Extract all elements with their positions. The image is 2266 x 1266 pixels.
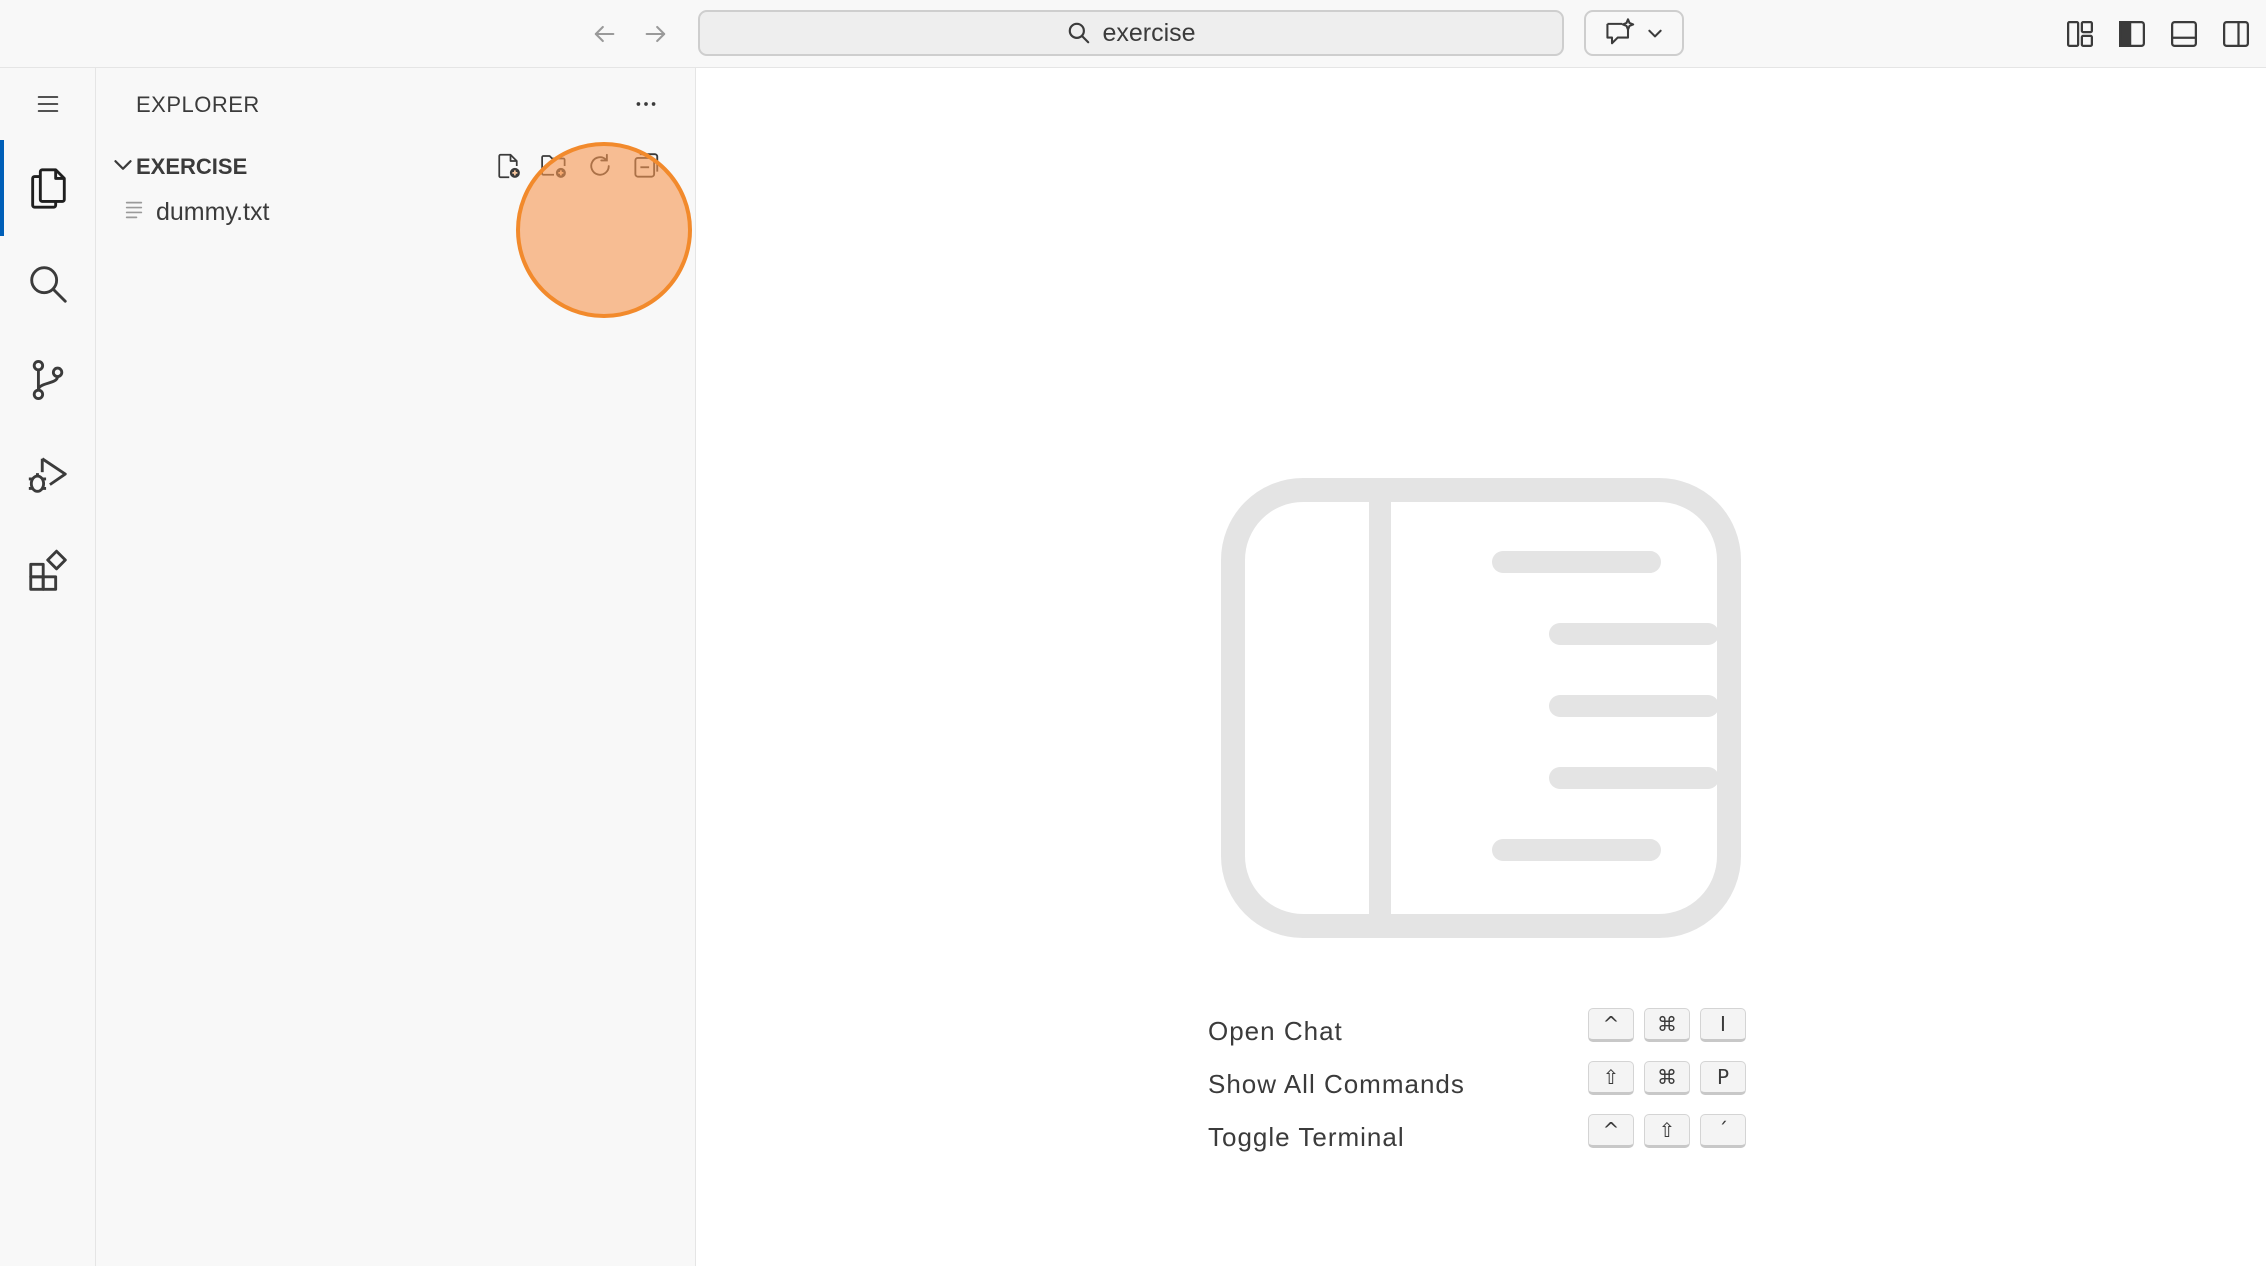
command-center-label: exercise bbox=[1102, 18, 1196, 47]
shortcut-label: Open Chat bbox=[1208, 1016, 1343, 1046]
activity-explorer[interactable] bbox=[0, 140, 96, 236]
editor-area: Open Chat ^ ⌘ I Show All Commands ⇧ ⌘ P … bbox=[696, 68, 2266, 1266]
key-shift: ⇧ bbox=[1588, 1061, 1634, 1095]
customize-layout-icon bbox=[2067, 21, 2093, 47]
folder-name: EXERCISE bbox=[136, 154, 248, 179]
key-shift: ⇧ bbox=[1644, 1114, 1690, 1148]
shortcut-keys: ^ ⇧ ˊ bbox=[1588, 1114, 1746, 1148]
vscode-watermark-icon bbox=[1221, 478, 1741, 938]
sidebar-title: EXPLORER bbox=[136, 92, 260, 117]
forward-button[interactable] bbox=[636, 14, 676, 54]
key-p: P bbox=[1700, 1061, 1746, 1095]
click-highlight-marker bbox=[516, 142, 692, 318]
ellipsis-icon bbox=[636, 102, 656, 106]
toggle-primary-sidebar-icon bbox=[2119, 21, 2145, 47]
back-button[interactable] bbox=[584, 14, 624, 54]
toggle-secondary-sidebar-icon bbox=[2223, 21, 2249, 47]
shortcut-label: Show All Commands bbox=[1208, 1069, 1465, 1099]
key-control: ^ bbox=[1588, 1114, 1634, 1148]
source-control-icon bbox=[32, 359, 64, 401]
run-debug-icon bbox=[28, 457, 67, 493]
activity-extensions[interactable] bbox=[0, 532, 96, 612]
customize-layout-button[interactable] bbox=[2060, 14, 2100, 54]
files-icon bbox=[31, 168, 66, 209]
new-file-button[interactable] bbox=[486, 144, 530, 188]
key-control: ^ bbox=[1588, 1008, 1634, 1042]
search-icon bbox=[1069, 22, 1090, 44]
text-file-icon bbox=[122, 196, 146, 224]
chevron-down-icon bbox=[1648, 29, 1662, 38]
activity-run-debug[interactable] bbox=[0, 436, 96, 516]
shortcut-row-open-chat[interactable]: Open Chat ^ ⌘ I bbox=[1208, 1008, 1808, 1061]
toggle-secondary-sidebar-button[interactable] bbox=[2216, 14, 2256, 54]
key-backtick: ˊ bbox=[1700, 1114, 1746, 1148]
hamburger-menu-icon bbox=[37, 96, 59, 112]
new-file-icon bbox=[498, 153, 520, 179]
chat-sparkle-icon bbox=[1606, 18, 1635, 45]
shortcut-row-toggle-terminal[interactable]: Toggle Terminal ^ ⇧ ˊ bbox=[1208, 1114, 1808, 1167]
chevron-down-icon bbox=[106, 148, 140, 182]
toggle-primary-sidebar-button[interactable] bbox=[2112, 14, 2152, 54]
search-icon bbox=[30, 266, 67, 303]
more-actions-button[interactable] bbox=[626, 84, 666, 124]
toggle-panel-button[interactable] bbox=[2164, 14, 2204, 54]
key-command: ⌘ bbox=[1644, 1008, 1690, 1042]
shortcut-label: Toggle Terminal bbox=[1208, 1122, 1405, 1152]
toggle-panel-icon bbox=[2171, 21, 2197, 47]
menu-button[interactable] bbox=[0, 84, 96, 124]
activity-search[interactable] bbox=[0, 244, 96, 324]
title-bar: exercise bbox=[0, 0, 2266, 68]
shortcut-row-show-all-commands[interactable]: Show All Commands ⇧ ⌘ P bbox=[1208, 1061, 1808, 1114]
activity-source-control[interactable] bbox=[0, 340, 96, 420]
chat-button[interactable] bbox=[1584, 10, 1684, 56]
extensions-icon bbox=[29, 549, 67, 591]
shortcut-hints: Open Chat ^ ⌘ I Show All Commands ⇧ ⌘ P … bbox=[1208, 1008, 1808, 1167]
shortcut-keys: ⇧ ⌘ P bbox=[1588, 1061, 1746, 1095]
activity-bar bbox=[0, 68, 96, 1266]
explorer-sidebar: EXPLORER EXERCISE dummy.txt bbox=[96, 68, 696, 1266]
shortcut-keys: ^ ⌘ I bbox=[1588, 1008, 1746, 1042]
arrow-left-icon bbox=[594, 25, 615, 43]
file-name: dummy.txt bbox=[156, 198, 270, 226]
key-i: I bbox=[1700, 1008, 1746, 1042]
key-command: ⌘ bbox=[1644, 1061, 1690, 1095]
command-center-search[interactable]: exercise bbox=[698, 10, 1564, 56]
arrow-right-icon bbox=[645, 25, 666, 43]
